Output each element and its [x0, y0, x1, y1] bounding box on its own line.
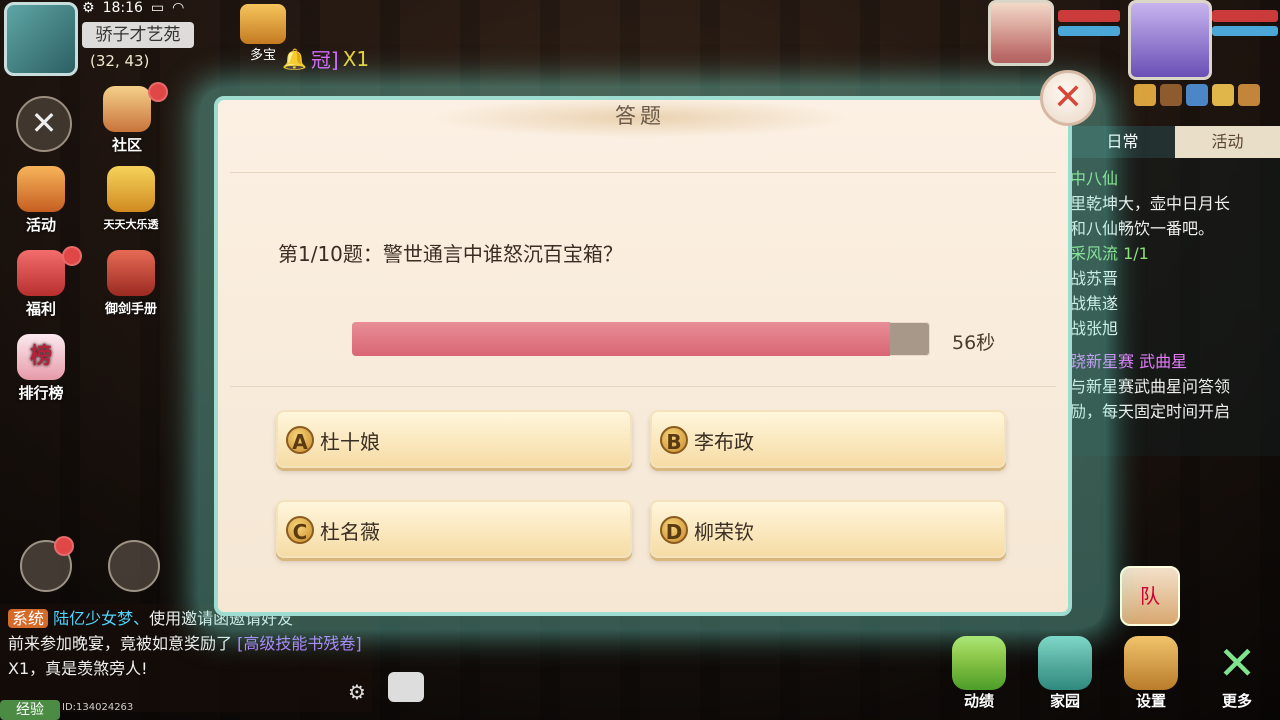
menu-label: 动绩 [963, 692, 994, 710]
menu-label: 设置 [1135, 692, 1166, 710]
camera-icon[interactable] [388, 672, 424, 702]
battery-icon: ▭ [150, 0, 165, 16]
option-letter: A [286, 426, 314, 454]
player-name-link[interactable]: 陆亿少女梦、 [53, 609, 149, 628]
voice-button[interactable] [108, 540, 160, 592]
menu-letou[interactable]: 天天大乐透 [92, 166, 170, 232]
menu-paihang[interactable]: 榜 排行榜 [10, 334, 72, 402]
ranking-icon: 榜 [17, 334, 65, 380]
option-text: 杜十娘 [320, 430, 380, 454]
home-icon [1038, 636, 1092, 690]
location-coords: (32, 43) [90, 52, 150, 70]
achievement-icon [952, 636, 1006, 690]
menu-label: 活动 [25, 216, 56, 234]
player-hp-bar [1212, 10, 1278, 22]
crown-text: 冠] [310, 48, 339, 72]
duobao-button[interactable]: 多宝 [238, 4, 288, 68]
tab-activity[interactable]: 活动 [1175, 126, 1280, 158]
gear-icon [1124, 636, 1178, 690]
more-x-icon: ✕ [1217, 636, 1257, 690]
item-link[interactable]: [高级技能书残卷] [237, 634, 362, 653]
clock-text: 18:16 [102, 0, 143, 16]
player-mp-bar [1212, 26, 1278, 36]
close-button[interactable]: ✕ [1040, 70, 1096, 126]
tiger-icon [107, 166, 155, 212]
player-id: ID:134024263 [62, 702, 134, 713]
divider [230, 386, 1056, 387]
option-d-button[interactable]: D 柳荣钦 [650, 500, 1006, 558]
option-letter: B [660, 426, 688, 454]
menu-huodong[interactable]: 活动 [10, 166, 72, 234]
option-a-button[interactable]: A 杜十娘 [276, 410, 632, 468]
menu-shezhi[interactable]: 设置 [1120, 636, 1182, 711]
option-text: 柳荣钦 [694, 520, 754, 544]
menu-label: 家园 [1049, 692, 1080, 710]
status-bar: ⚙ 18:16 ▭ ◠ [82, 0, 184, 16]
chat-settings-icon[interactable]: ⚙ [348, 680, 366, 704]
duobao-label: 多宝 [249, 48, 276, 63]
player-avatar[interactable] [1128, 0, 1212, 80]
pet-avatar[interactable] [988, 0, 1054, 66]
option-letter: D [660, 516, 688, 544]
menu-label: 排行榜 [18, 384, 64, 402]
menu-jiayuan[interactable]: 家园 [1034, 636, 1096, 711]
exp-label: 经验 [0, 700, 60, 720]
menu-label: 御剑手册 [104, 302, 157, 317]
option-text: 李布政 [694, 430, 754, 454]
timer-text: 56秒 [952, 332, 996, 354]
option-c-button[interactable]: C 杜名薇 [276, 500, 632, 558]
timer-bar [352, 322, 930, 356]
menu-label: 社区 [111, 136, 142, 154]
option-b-button[interactable]: B 李布政 [650, 410, 1006, 468]
notification-dot [148, 82, 168, 102]
chat-text: 前来参加晚宴，竟被如意奖励了 [8, 634, 233, 653]
horn-icon [17, 166, 65, 212]
timer-fill [352, 322, 890, 356]
wifi-icon: ◠ [172, 0, 185, 16]
quiz-question: 第1/10题：警世通言中谁怒沉百宝箱？ [278, 242, 623, 266]
team-button[interactable]: 队 [1120, 566, 1180, 626]
treasure-icon [240, 4, 286, 44]
notification-dot [62, 246, 82, 266]
location-name: 骄子才艺苑 [82, 22, 194, 48]
bell-icon: 🔔 [282, 46, 307, 71]
chat-text: X1，真是羡煞旁人! [8, 659, 148, 678]
option-text: 杜名薇 [320, 520, 380, 544]
menu-yujian[interactable]: 御剑手册 [92, 250, 170, 317]
menu-gengduo[interactable]: ✕ 更多 [1206, 636, 1268, 711]
sword-icon [107, 250, 155, 296]
minimap-button[interactable] [4, 2, 78, 76]
pet-mp-bar [1058, 26, 1120, 36]
option-letter: C [286, 516, 314, 544]
crown-count: X1 [342, 46, 370, 71]
divider [230, 172, 1056, 173]
pet-hp-bar [1058, 10, 1120, 22]
system-tag: 系统 [8, 609, 49, 628]
settings-gear-icon: ⚙ [82, 0, 95, 16]
menu-label: 天天大乐透 [103, 218, 159, 231]
menu-label: 福利 [25, 300, 56, 318]
menu-label: 更多 [1221, 692, 1252, 710]
gift-icon [17, 250, 65, 296]
broadcast-banner: 🔔 冠] X1 [282, 44, 369, 73]
menu-dongji[interactable]: 动绩 [948, 636, 1010, 711]
notification-dot [54, 536, 74, 556]
